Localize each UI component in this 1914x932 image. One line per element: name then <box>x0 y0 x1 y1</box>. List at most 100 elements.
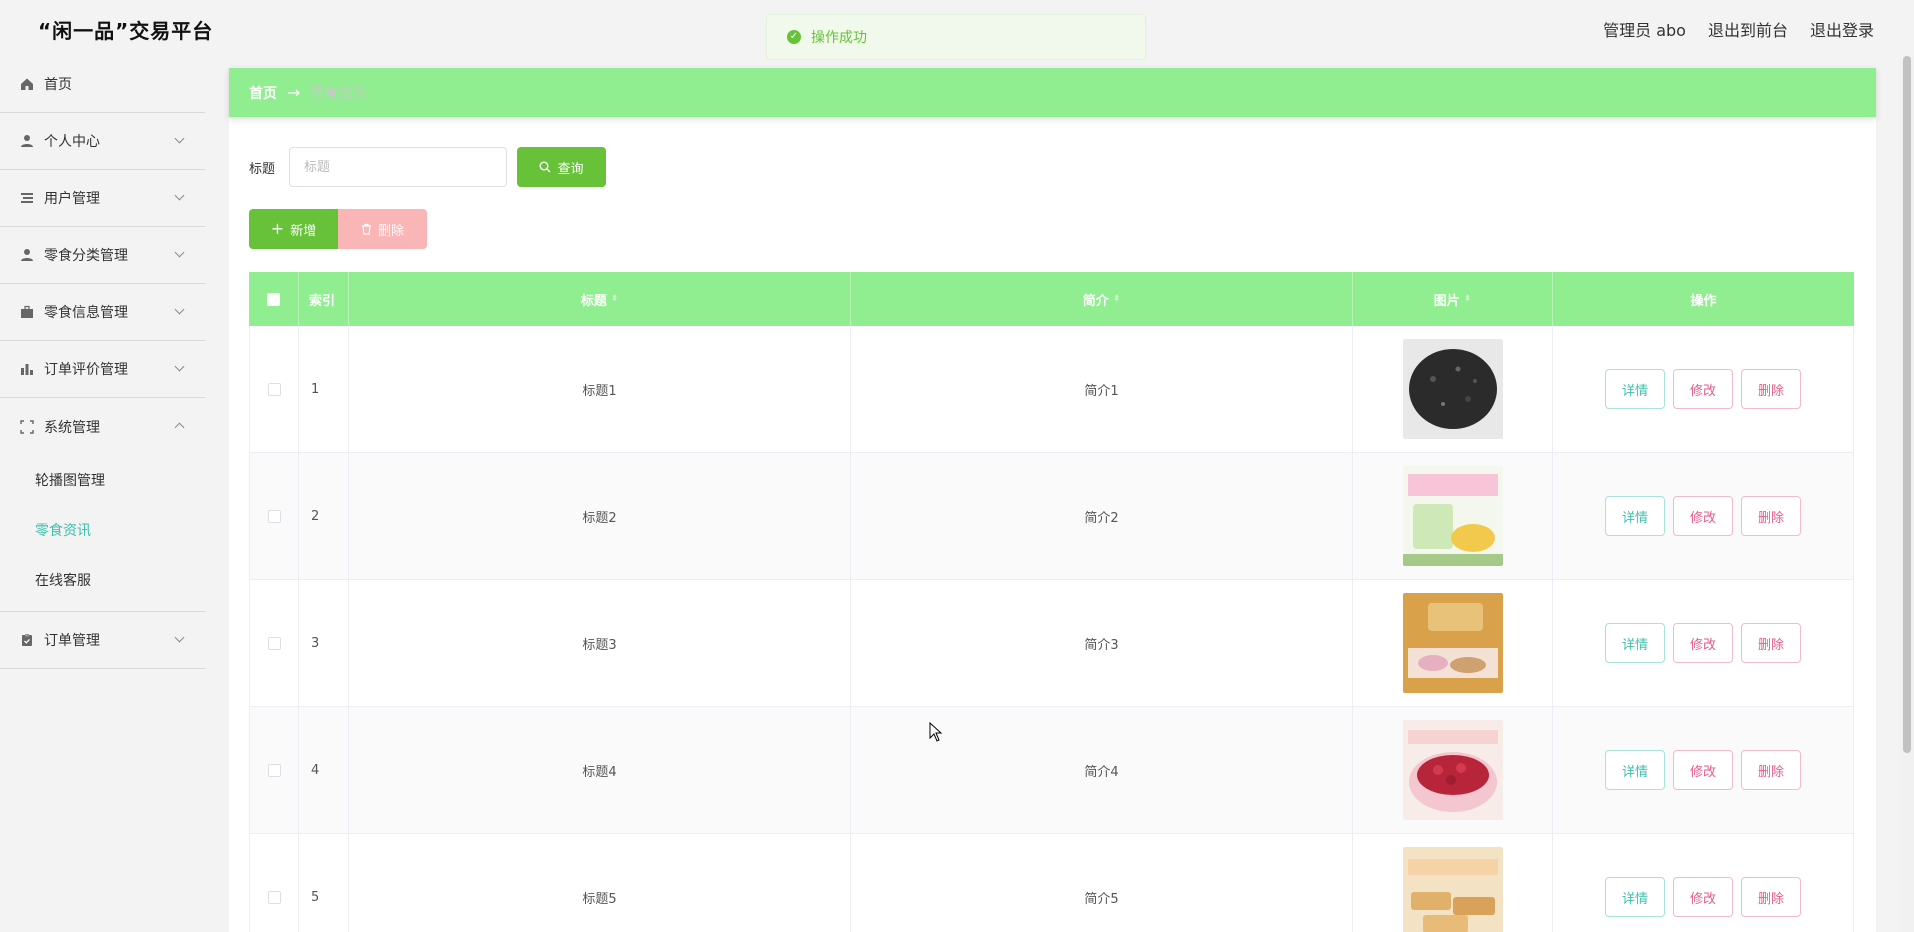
detail-button[interactable]: 详情 <box>1605 369 1665 409</box>
edit-button[interactable]: 修改 <box>1673 623 1733 663</box>
batch-delete-button[interactable]: 删除 <box>338 209 427 249</box>
sort-icon: ⬍ <box>1112 294 1121 304</box>
sidebar-item-system-management[interactable]: 系统管理 <box>0 398 205 455</box>
sidebar-subitem-carousel[interactable]: 轮播图管理 <box>0 455 205 505</box>
snack-thumbnail <box>1402 339 1503 439</box>
plus-icon: + <box>270 219 285 238</box>
chevron-down-icon <box>174 632 185 643</box>
delete-button[interactable]: 删除 <box>1741 369 1801 409</box>
header-image-label: 图片 <box>1433 293 1460 309</box>
logout-link[interactable]: 退出登录 <box>1810 17 1874 41</box>
search-label: 标题 <box>249 162 276 177</box>
sidebar-item-label: 订单管理 <box>44 633 100 649</box>
sidebar-item-order-management[interactable]: 订单管理 <box>0 612 205 669</box>
sidebar-item-personal-center[interactable]: 个人中心 <box>0 113 205 170</box>
detail-button[interactable]: 详情 <box>1605 877 1665 917</box>
table-row: 1 标题1 简介1 详情 修改 删除 <box>249 326 1854 453</box>
row-title: 标题2 <box>349 453 851 579</box>
sidebar-item-label: 首页 <box>44 77 72 93</box>
detail-button[interactable]: 详情 <box>1605 750 1665 790</box>
edit-button[interactable]: 修改 <box>1673 877 1733 917</box>
breadcrumb: 首页 → 零食资讯 <box>229 68 1876 117</box>
row-intro: 简介5 <box>851 834 1353 932</box>
arrow-right-icon: → <box>287 83 301 102</box>
header-index: 索引 <box>299 272 349 326</box>
sidebar-item-snack-category[interactable]: 零食分类管理 <box>0 227 205 284</box>
select-all-cell <box>249 272 299 326</box>
snack-thumbnail <box>1402 847 1503 932</box>
sidebar-menu: 首页 个人中心 用户管理 零食分类管理 零食信息管理 订单评价管理 系统管理 轮… <box>0 56 205 932</box>
snack-thumbnail <box>1402 466 1503 566</box>
row-actions: 详情 修改 删除 <box>1553 326 1854 452</box>
sidebar-item-snack-info[interactable]: 零食信息管理 <box>0 284 205 341</box>
chevron-down-icon <box>174 361 185 372</box>
table-body: 1 标题1 简介1 详情 修改 删除 2 标题2 简介2 详情 修改 删除 3 … <box>249 326 1854 932</box>
edit-button[interactable]: 修改 <box>1673 750 1733 790</box>
row-checkbox[interactable] <box>267 636 281 650</box>
delete-button[interactable]: 删除 <box>1741 496 1801 536</box>
row-checkbox-cell <box>249 580 299 706</box>
sidebar-subitem-snack-news[interactable]: 零食资讯 <box>0 505 205 555</box>
check-circle-icon: ✓ <box>787 30 801 44</box>
row-checkbox-cell <box>249 834 299 932</box>
search-input[interactable] <box>289 147 507 187</box>
header-image[interactable]: 图片 ⬍ <box>1353 272 1553 326</box>
detail-button[interactable]: 详情 <box>1605 496 1665 536</box>
add-button[interactable]: + 新增 <box>249 209 338 249</box>
delete-button[interactable]: 删除 <box>1741 750 1801 790</box>
chevron-down-icon <box>174 304 185 315</box>
clipboard-icon <box>20 633 34 647</box>
sidebar-item-home[interactable]: 首页 <box>0 56 205 113</box>
chevron-down-icon <box>174 133 185 144</box>
delete-button[interactable]: 删除 <box>1741 877 1801 917</box>
table-row: 2 标题2 简介2 详情 修改 删除 <box>249 453 1854 580</box>
header-title[interactable]: 标题 ⬍ <box>349 272 851 326</box>
header-intro-label: 简介 <box>1082 293 1109 309</box>
header-title-label: 标题 <box>580 293 607 309</box>
row-index: 2 <box>299 453 349 579</box>
exit-to-front-link[interactable]: 退出到前台 <box>1708 17 1788 41</box>
chevron-down-icon <box>174 190 185 201</box>
row-title: 标题1 <box>349 326 851 452</box>
select-all-checkbox[interactable] <box>267 292 280 306</box>
sidebar-item-user-management[interactable]: 用户管理 <box>0 170 205 227</box>
row-checkbox[interactable] <box>267 890 281 904</box>
row-index: 3 <box>299 580 349 706</box>
detail-button[interactable]: 详情 <box>1605 623 1665 663</box>
row-checkbox-cell <box>249 707 299 833</box>
briefcase-icon <box>20 305 34 319</box>
row-actions: 详情 修改 删除 <box>1553 834 1854 932</box>
chevron-down-icon <box>174 247 185 258</box>
sidebar-subitem-online-service[interactable]: 在线客服 <box>0 555 205 605</box>
row-index: 1 <box>299 326 349 452</box>
table-row: 4 标题4 简介4 详情 修改 删除 <box>249 707 1854 834</box>
header-intro[interactable]: 简介 ⬍ <box>851 272 1353 326</box>
edit-button[interactable]: 修改 <box>1673 496 1733 536</box>
header-links: 管理员 abo 退出到前台 退出登录 <box>1603 17 1874 41</box>
row-checkbox[interactable] <box>267 509 281 523</box>
row-title: 标题3 <box>349 580 851 706</box>
sidebar-item-label: 零食信息管理 <box>44 305 128 321</box>
home-icon <box>20 77 34 91</box>
row-checkbox[interactable] <box>267 382 281 396</box>
sidebar-item-order-review[interactable]: 订单评价管理 <box>0 341 205 398</box>
delete-button[interactable]: 删除 <box>1741 623 1801 663</box>
fullscreen-icon <box>20 419 34 434</box>
row-intro: 简介3 <box>851 580 1353 706</box>
breadcrumb-home[interactable]: 首页 <box>249 83 277 103</box>
row-actions: 详情 修改 删除 <box>1553 580 1854 706</box>
query-button[interactable]: 查询 <box>517 147 606 187</box>
sidebar-item-label: 订单评价管理 <box>44 362 128 378</box>
scrollbar-thumb[interactable] <box>1903 56 1911 753</box>
sort-icon: ⬍ <box>610 294 619 304</box>
page-scrollbar[interactable] <box>1900 56 1914 932</box>
row-image-cell <box>1353 834 1553 932</box>
toast-text: 操作成功 <box>811 30 867 46</box>
row-checkbox[interactable] <box>267 763 281 777</box>
edit-button[interactable]: 修改 <box>1673 369 1733 409</box>
success-toast: ✓ 操作成功 <box>766 14 1146 60</box>
admin-user-label: 管理员 abo <box>1603 21 1686 40</box>
row-checkbox-cell <box>249 326 299 452</box>
row-index: 4 <box>299 707 349 833</box>
system-submenu: 轮播图管理 零食资讯 在线客服 <box>0 455 205 612</box>
